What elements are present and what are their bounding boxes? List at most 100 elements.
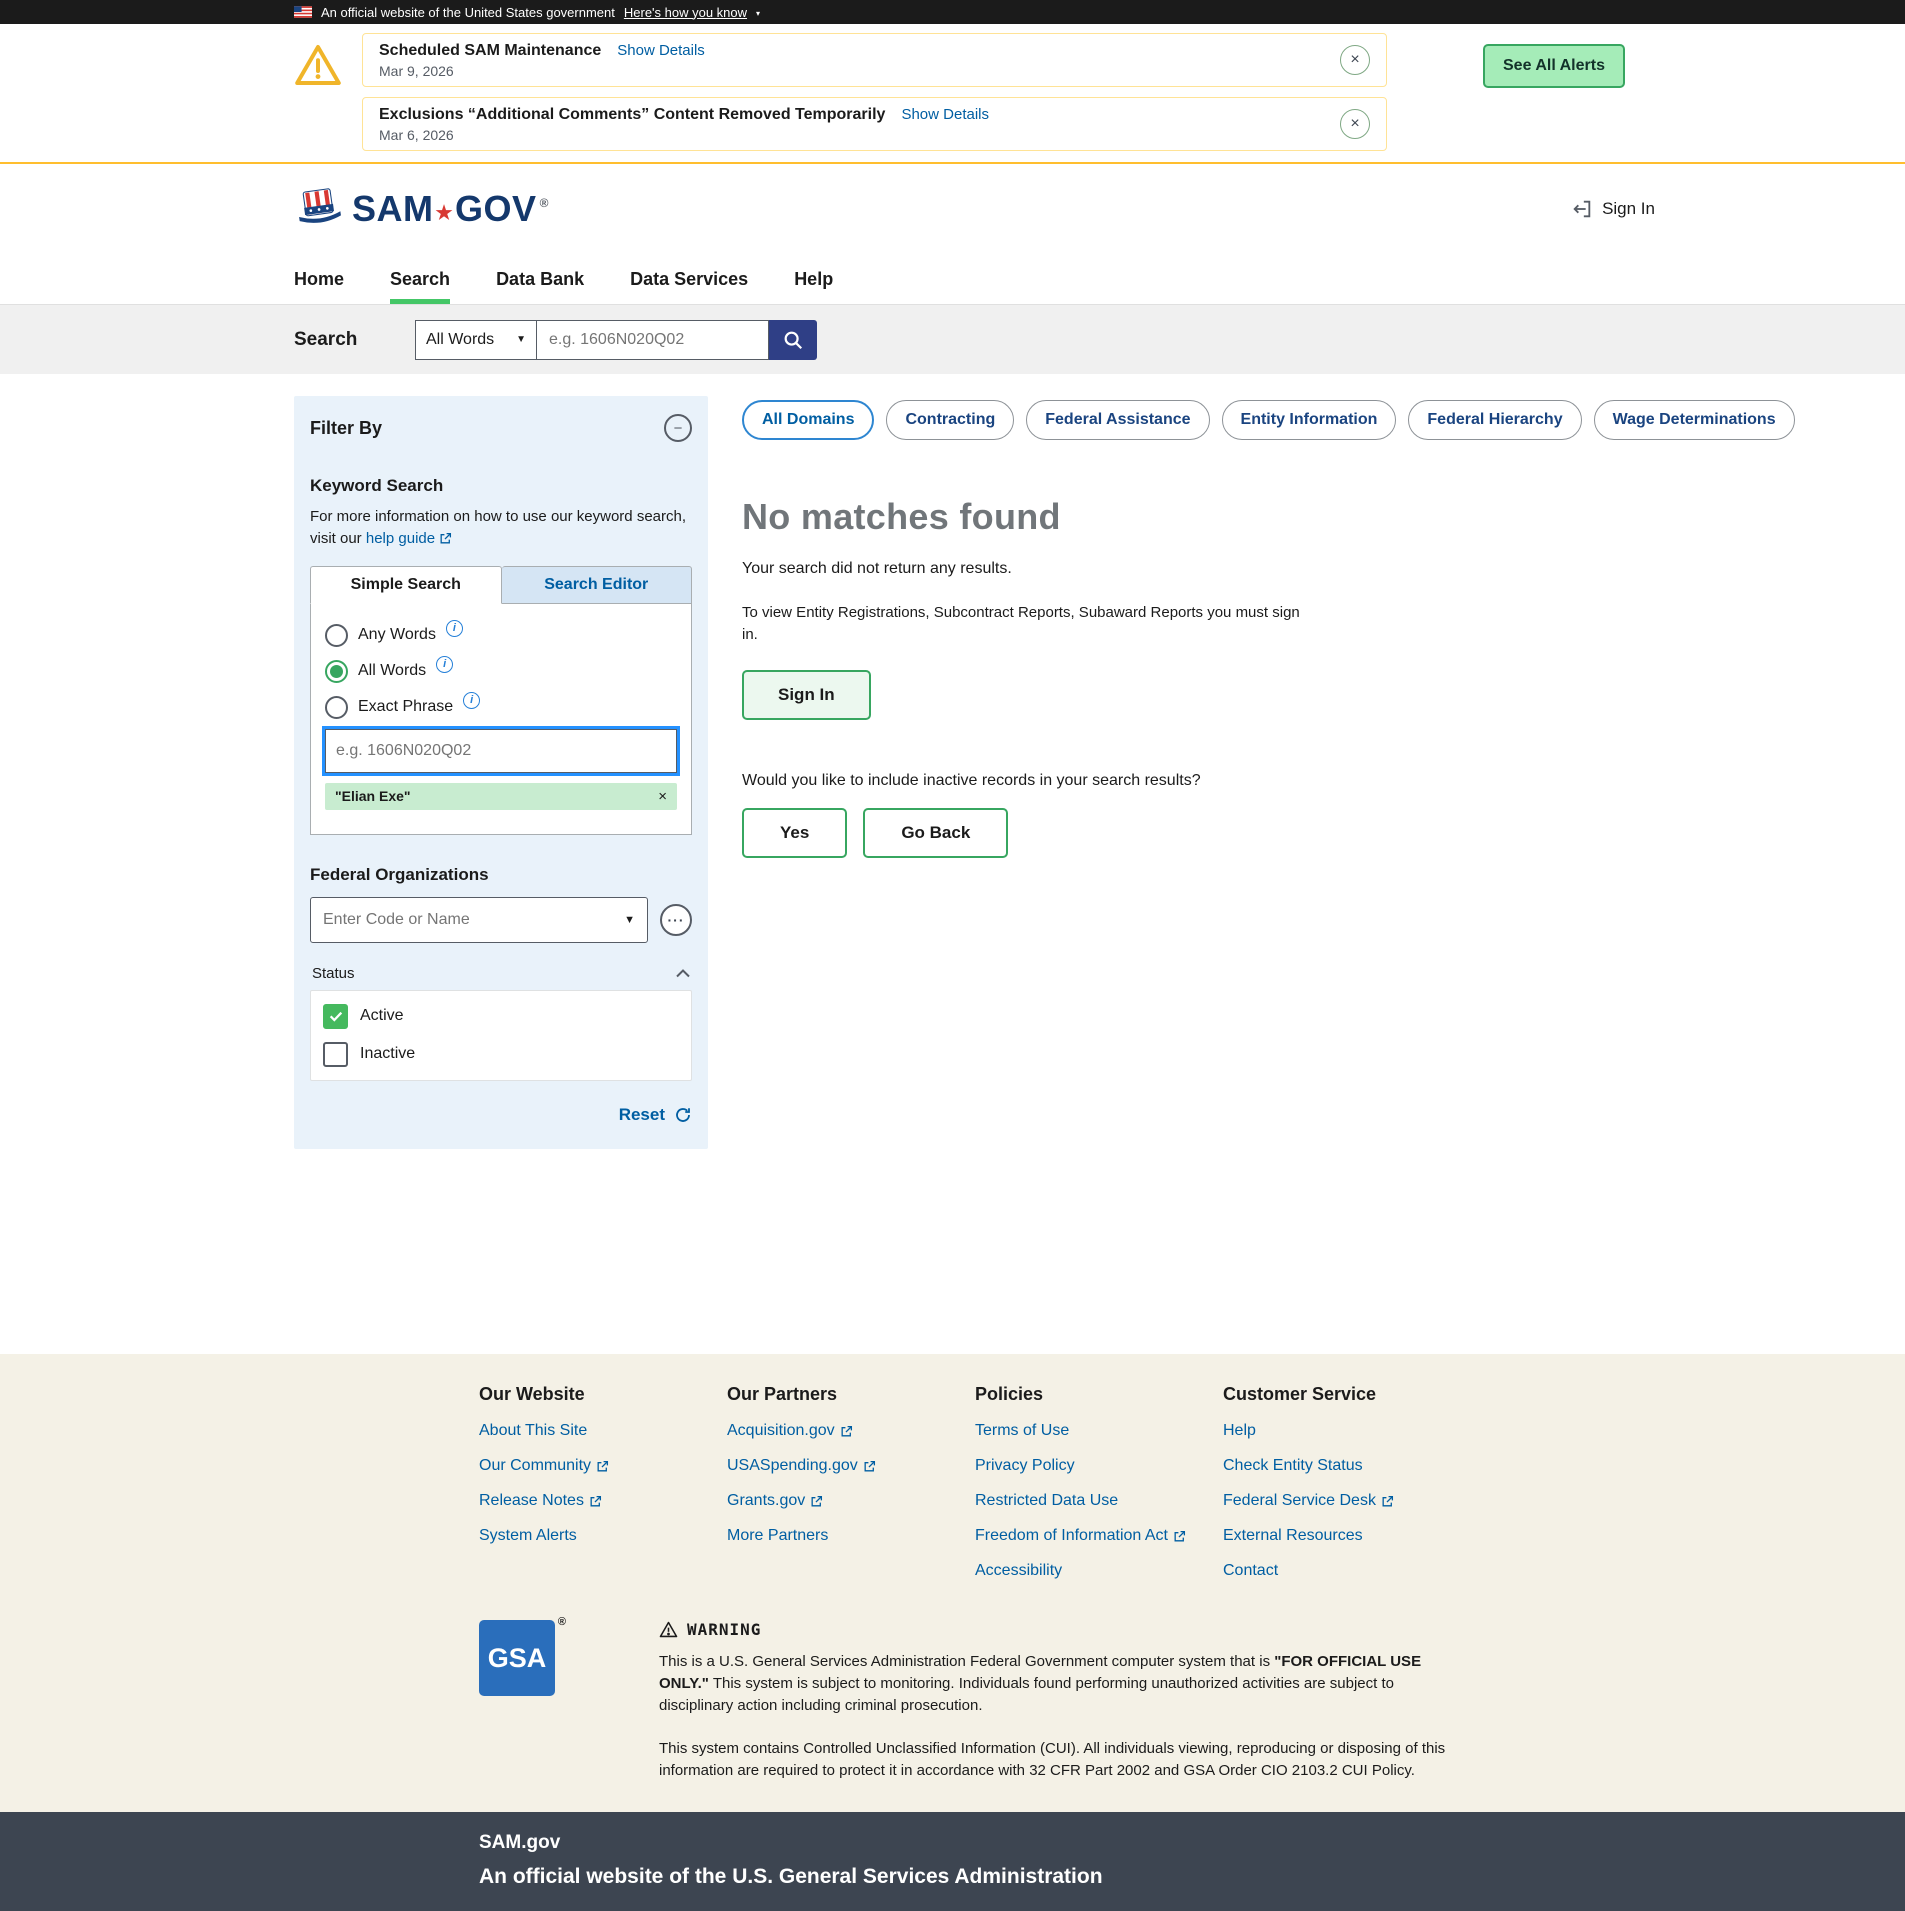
- nav-item-help[interactable]: Help: [794, 254, 833, 304]
- caret-down-icon: ▼: [624, 914, 635, 926]
- footer-link[interactable]: System Alerts: [479, 1527, 727, 1545]
- radio-button-selected[interactable]: [325, 660, 348, 683]
- warning-text: This is a U.S. General Services Administ…: [659, 1653, 1274, 1670]
- tab-search-editor[interactable]: Search Editor: [502, 566, 693, 604]
- info-icon[interactable]: i: [436, 656, 453, 673]
- footer-link[interactable]: Help: [1223, 1422, 1471, 1440]
- info-icon[interactable]: i: [446, 620, 463, 637]
- status-accordion-header[interactable]: Status: [310, 961, 692, 990]
- tab-simple-search[interactable]: Simple Search: [310, 566, 502, 604]
- nav-item-search[interactable]: Search: [390, 254, 450, 304]
- go-back-button[interactable]: Go Back: [863, 808, 1008, 858]
- footer-column-our-partners: Our Partners Acquisition.gov USASpending…: [727, 1384, 975, 1580]
- footer-link[interactable]: Restricted Data Use: [975, 1492, 1223, 1510]
- radio-button[interactable]: [325, 696, 348, 719]
- footer-column-customer-service: Customer Service Help Check Entity Statu…: [1223, 1384, 1471, 1580]
- show-details-link[interactable]: Show Details: [617, 42, 705, 59]
- warning-paragraph: This is a U.S. General Services Administ…: [659, 1651, 1449, 1716]
- org-select-placeholder: Enter Code or Name: [323, 911, 470, 929]
- sam-logo[interactable]: SAM★GOV®: [294, 187, 549, 231]
- logo-sam: SAM: [352, 188, 434, 230]
- footer-link[interactable]: About This Site: [479, 1422, 727, 1440]
- how-you-know-link[interactable]: Here's how you know: [624, 5, 747, 20]
- domain-tab-federal-assistance[interactable]: Federal Assistance: [1026, 400, 1209, 440]
- refresh-icon: [674, 1106, 692, 1124]
- radio-button[interactable]: [325, 624, 348, 647]
- warning-paragraph: This system contains Controlled Unclassi…: [659, 1738, 1449, 1782]
- external-link-icon: [1381, 1495, 1394, 1508]
- status-heading: Status: [312, 965, 355, 982]
- footer-link[interactable]: Acquisition.gov: [727, 1422, 975, 1440]
- official-site-text: An official website of the United States…: [321, 5, 615, 20]
- nav-item-data-services[interactable]: Data Services: [630, 254, 748, 304]
- footer-link-label: Check Entity Status: [1223, 1457, 1363, 1475]
- domain-tab-entity-information[interactable]: Entity Information: [1222, 400, 1397, 440]
- status-option-inactive: Inactive: [323, 1042, 679, 1067]
- search-submit-button[interactable]: [769, 320, 817, 360]
- domain-tab-contracting[interactable]: Contracting: [886, 400, 1014, 440]
- domain-tab-wage-determinations[interactable]: Wage Determinations: [1594, 400, 1795, 440]
- footer-link[interactable]: More Partners: [727, 1527, 975, 1545]
- domain-tab-federal-hierarchy[interactable]: Federal Hierarchy: [1408, 400, 1581, 440]
- footer-link[interactable]: Terms of Use: [975, 1422, 1223, 1440]
- domain-tab-all-domains[interactable]: All Domains: [742, 400, 874, 440]
- more-options-button[interactable]: ···: [660, 904, 692, 936]
- info-icon[interactable]: i: [463, 692, 480, 709]
- tab-simple-search-label: Simple Search: [351, 576, 461, 594]
- keyword-card: Any Words i All Words i Exact Phrase i "…: [310, 604, 692, 835]
- footer-link[interactable]: Contact: [1223, 1562, 1471, 1580]
- footer-link[interactable]: Our Community: [479, 1457, 727, 1475]
- footer-link-label: External Resources: [1223, 1527, 1363, 1545]
- footer-link[interactable]: USASpending.gov: [727, 1457, 975, 1475]
- gsa-logo: GSA ®: [479, 1620, 555, 1696]
- alert-close-button[interactable]: ×: [1340, 45, 1370, 75]
- nav-item-data-bank[interactable]: Data Bank: [496, 254, 584, 304]
- org-select[interactable]: Enter Code or Name ▼: [310, 897, 648, 943]
- results-sign-in-button[interactable]: Sign In: [742, 670, 871, 720]
- alert-title: Exclusions “Additional Comments” Content…: [379, 106, 885, 124]
- help-guide-link[interactable]: help guide: [366, 528, 452, 550]
- checkbox-checked[interactable]: [323, 1004, 348, 1029]
- footer-heading: Customer Service: [1223, 1384, 1471, 1405]
- site-name: SAM.gov: [479, 1832, 1905, 1854]
- reset-filters-link[interactable]: Reset: [619, 1105, 665, 1125]
- sign-in-note: To view Entity Registrations, Subcontrac…: [742, 602, 1302, 646]
- footer-link-label: System Alerts: [479, 1527, 577, 1545]
- footer-link[interactable]: Check Entity Status: [1223, 1457, 1471, 1475]
- collapse-panel-button[interactable]: −: [664, 414, 692, 442]
- footer-link-label: Terms of Use: [975, 1422, 1069, 1440]
- keyword-input[interactable]: [325, 729, 677, 773]
- yes-button[interactable]: Yes: [742, 808, 847, 858]
- footer-link-label: Federal Service Desk: [1223, 1492, 1376, 1510]
- keyword-search-heading: Keyword Search: [310, 476, 692, 496]
- search-mode-select[interactable]: All Words ▼: [415, 320, 537, 360]
- checkbox-unchecked[interactable]: [323, 1042, 348, 1067]
- status-option-active: Active: [323, 1004, 679, 1029]
- footer-link[interactable]: Accessibility: [975, 1562, 1223, 1580]
- search-mode-value: All Words: [426, 331, 494, 349]
- footer-link[interactable]: Grants.gov: [727, 1492, 975, 1510]
- alert-list: Scheduled SAM Maintenance Show Details M…: [362, 33, 1387, 151]
- us-flag-icon: [294, 6, 312, 18]
- header-sign-in-link[interactable]: Sign In: [1571, 198, 1655, 220]
- search-input[interactable]: [537, 320, 769, 360]
- nav-item-home[interactable]: Home: [294, 254, 344, 304]
- footer-column-policies: Policies Terms of Use Privacy Policy Res…: [975, 1384, 1223, 1580]
- alert-date: Mar 9, 2026: [379, 63, 1340, 79]
- star-icon: ★: [436, 202, 454, 225]
- footer-link[interactable]: Privacy Policy: [975, 1457, 1223, 1475]
- footer-link[interactable]: Release Notes: [479, 1492, 727, 1510]
- alert-date: Mar 6, 2026: [379, 127, 1340, 143]
- footer-link[interactable]: Federal Service Desk: [1223, 1492, 1471, 1510]
- close-icon: ×: [1350, 51, 1359, 69]
- footer-link[interactable]: Freedom of Information Act: [975, 1527, 1223, 1545]
- main-nav: Home Search Data Bank Data Services Help: [0, 254, 1905, 304]
- footer-link[interactable]: External Resources: [1223, 1527, 1471, 1545]
- registered-mark: ®: [540, 196, 549, 210]
- chip-remove-button[interactable]: ×: [658, 788, 667, 805]
- show-details-link[interactable]: Show Details: [901, 106, 989, 123]
- alert-close-button[interactable]: ×: [1340, 109, 1370, 139]
- see-all-alerts-button[interactable]: See All Alerts: [1483, 44, 1625, 88]
- sign-in-label: Sign In: [1602, 199, 1655, 219]
- tab-search-editor-label: Search Editor: [544, 576, 648, 594]
